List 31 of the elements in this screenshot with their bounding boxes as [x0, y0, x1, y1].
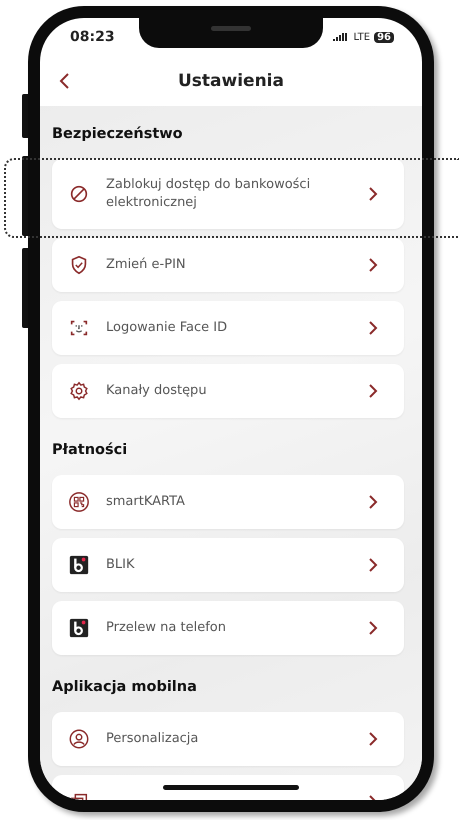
b-logo-icon: [68, 554, 90, 576]
settings-row[interactable]: Przelew na telefon: [52, 601, 404, 655]
settings-row[interactable]: Personalizacja: [52, 712, 404, 766]
battery-level: 96: [374, 32, 394, 42]
row-label: Kanały dostępu: [106, 382, 208, 400]
settings-row[interactable]: smartKARTA: [52, 475, 404, 529]
gear-icon: [68, 380, 90, 402]
row-label: Personalizacja: [106, 730, 200, 748]
row-label: Logowanie Face ID: [106, 319, 228, 337]
b-logo-icon: [68, 617, 90, 639]
settings-row[interactable]: BLIK: [52, 538, 404, 592]
settings-row[interactable]: Logowanie Face ID: [52, 301, 404, 355]
row-label: Przelew na telefon: [106, 619, 227, 637]
back-icon[interactable]: [58, 72, 70, 90]
section-heading: Bezpieczeństwo: [52, 125, 184, 144]
user-icon: [68, 728, 90, 750]
settings-row[interactable]: Zablokuj dostęp do bankowości elektronicznej: [52, 159, 404, 229]
section-heading: Aplikacja mobilna: [52, 678, 198, 697]
row-label: BLIK: [106, 556, 136, 574]
section-heading: Płatności: [52, 441, 128, 460]
settings-row[interactable]: Zmień e-PIN: [52, 238, 404, 292]
screen-title: Ustawienia: [178, 71, 284, 91]
row-label: smartKARTA: [106, 493, 186, 511]
settings-row[interactable]: Kanały dostępu: [52, 364, 404, 418]
prohibited-icon: [68, 183, 90, 205]
qr-code-icon: [68, 491, 90, 513]
signal-icon: [333, 32, 350, 42]
row-label: Zablokuj dostęp do bankowości elektronicznej: [106, 176, 312, 212]
clock: 08:23: [70, 29, 115, 45]
row-label: Zmień e-PIN: [106, 256, 187, 274]
network-type: LTE: [353, 32, 370, 42]
